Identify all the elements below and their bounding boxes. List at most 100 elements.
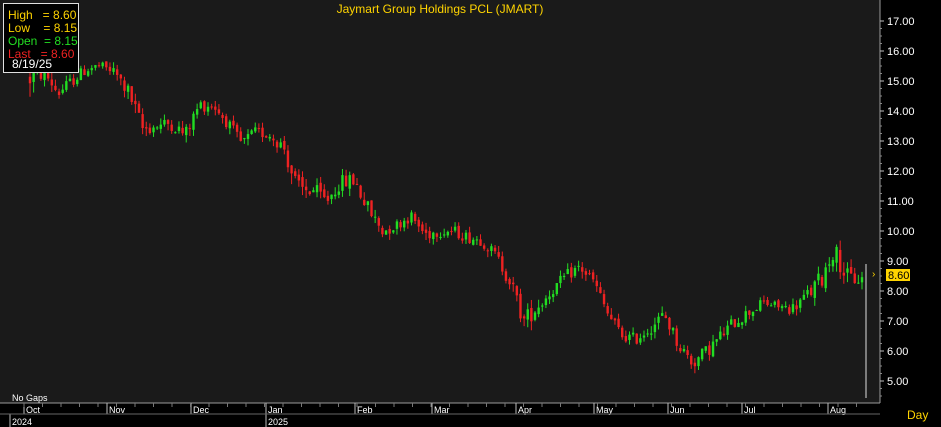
ohlc-body: [497, 252, 500, 257]
ohlc-body: [123, 80, 126, 91]
ohlc-body: [693, 362, 697, 367]
ohlc-body: [853, 273, 856, 284]
ohlc-body: [751, 311, 755, 317]
ohlc-body: [243, 138, 246, 140]
ohlc-body: [126, 85, 130, 92]
ohlc-body: [188, 128, 192, 130]
ohlc-body: [715, 339, 718, 342]
ohlc-body: [457, 225, 460, 239]
ohlc-body: [366, 201, 370, 206]
ohlc-body: [468, 232, 471, 244]
ohlc-body: [559, 275, 562, 284]
ohlc-body: [424, 229, 428, 233]
ohlc-body: [377, 218, 380, 226]
no-gaps-note: No Gaps: [12, 393, 48, 403]
ohlc-body: [846, 268, 849, 273]
ohlc-body: [181, 127, 184, 134]
ohlc-body: [482, 245, 486, 249]
ohlc-body: [595, 280, 598, 287]
ohlc-body: [28, 76, 32, 84]
y-tick-label: 5.00: [887, 376, 908, 388]
ohlc-body: [722, 333, 726, 336]
y-tick-label: 8.00: [887, 286, 908, 298]
info-date: 8/19/25: [12, 57, 53, 71]
ohlc-body: [831, 260, 835, 267]
ohlc-body: [333, 194, 337, 197]
ohlc-body: [137, 103, 141, 113]
y-tick-label: 14.00: [887, 106, 915, 118]
ohlc-body: [555, 283, 559, 295]
ohlc-body: [79, 68, 83, 81]
ohlc-body: [272, 138, 275, 141]
y-tick-label: 9.00: [887, 256, 908, 268]
ohlc-body: [806, 290, 809, 295]
ohlc-body: [857, 282, 860, 284]
ohlc-body: [101, 62, 104, 67]
ohlc-body: [355, 183, 359, 185]
ohlc-body: [446, 231, 450, 236]
ohlc-body: [762, 300, 766, 302]
ohlc-body: [621, 327, 624, 338]
ohlc-body: [631, 332, 635, 335]
ohlc-body: [32, 72, 35, 82]
last-value-arrow: ›: [872, 269, 875, 280]
ohlc-body: [228, 121, 232, 129]
ohlc-body: [660, 313, 664, 316]
ohlc-body: [490, 246, 493, 252]
ohlc-body: [591, 272, 595, 280]
ohlc-body: [86, 71, 90, 76]
ohlc-body: [570, 267, 573, 278]
ohlc-body: [108, 66, 112, 72]
ohlc-body: [817, 273, 820, 281]
ohlc-body: [337, 191, 341, 195]
ohlc-body: [352, 174, 355, 185]
ohlc-body: [330, 194, 333, 200]
ohlc-body: [504, 271, 508, 281]
ohlc-body: [130, 86, 133, 102]
ohlc-body: [512, 282, 515, 285]
ohlc-body: [795, 305, 798, 310]
ohlc-body: [602, 294, 606, 305]
ohlc-body: [192, 113, 195, 130]
ohlc-body: [515, 286, 519, 296]
ohlc-body: [610, 314, 613, 320]
ohlc-body: [148, 127, 152, 134]
ohlc-body: [94, 65, 97, 68]
ohlc-body: [152, 127, 155, 133]
ohlc-body: [261, 127, 264, 138]
ohlc-body: [65, 81, 68, 90]
ohlc-body: [315, 185, 319, 193]
ohlc-body: [704, 346, 707, 351]
ohlc-body: [72, 78, 75, 85]
ohlc-body: [399, 222, 402, 228]
ohlc-body: [392, 230, 395, 233]
ohlc-body: [657, 316, 660, 323]
ohlc-body: [388, 228, 391, 234]
x-axis: Oct Nov Dec Jan Feb Mar Apr May Jun Jul Aug2024 202…: [0, 403, 880, 427]
ohlc-body: [475, 239, 479, 241]
ohlc-body: [254, 127, 257, 132]
chart-title: Jaymart Group Holdings PCL (JMART): [336, 2, 544, 16]
y-tick-label: 6.00: [887, 346, 908, 358]
ohlc-body: [206, 106, 210, 112]
ohlc-body: [268, 136, 271, 139]
ohlc-body: [773, 301, 777, 305]
ohlc-body: [90, 68, 93, 71]
ohlc-body: [417, 219, 420, 227]
ohlc-body: [755, 309, 758, 311]
ohlc-body: [461, 238, 464, 241]
ohlc-body: [163, 119, 166, 125]
ohlc-body: [214, 106, 217, 110]
ohlc-body: [141, 114, 144, 129]
ohlc-body: [246, 134, 250, 139]
ohlc-body: [395, 221, 399, 229]
ohlc-body: [780, 306, 784, 309]
ohlc-body: [195, 109, 199, 115]
ohlc-body: [384, 230, 388, 235]
ohlc-body: [428, 230, 431, 239]
ohlc-body: [312, 190, 315, 193]
ohlc-body: [83, 69, 86, 76]
ohlc-body: [588, 273, 591, 275]
ohlc-body: [435, 233, 439, 237]
ohlc-body: [737, 322, 740, 328]
